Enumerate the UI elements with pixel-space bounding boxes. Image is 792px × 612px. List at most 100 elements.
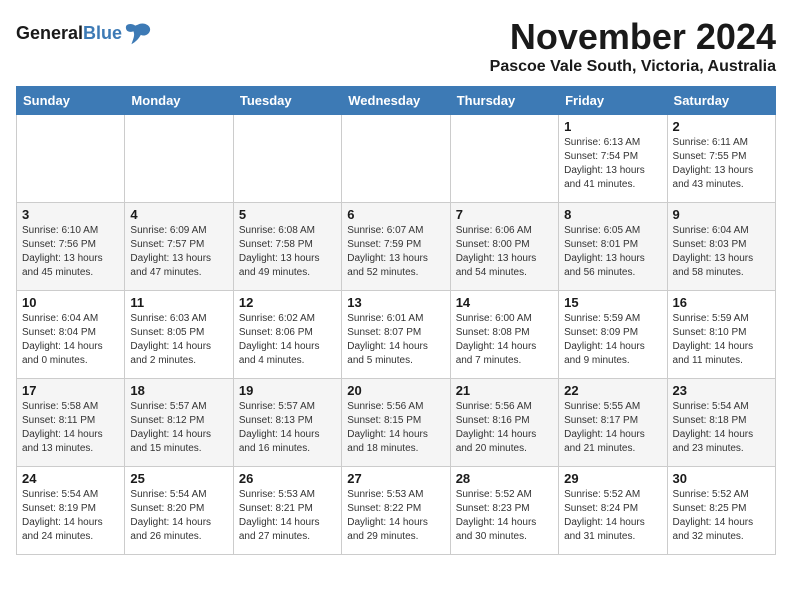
- calendar-cell: 23 Sunrise: 5:54 AM Sunset: 8:18 PM Dayli…: [667, 379, 775, 467]
- calendar-cell: 14Sunrise: 6:00 AM Sunset: 8:08 PM Dayli…: [450, 291, 558, 379]
- calendar-cell: 22Sunrise: 5:55 AM Sunset: 8:17 PM Dayli…: [559, 379, 667, 467]
- calendar-week-3: 10 Sunrise: 6:04 AM Sunset: 8:04 PM Dayli…: [17, 291, 776, 379]
- calendar-cell: 9 Sunrise: 6:04 AM Sunset: 8:03 PM Daylig…: [667, 203, 775, 291]
- calendar-header-tuesday: Tuesday: [233, 87, 341, 115]
- calendar-cell: 6 Sunrise: 6:07 AM Sunset: 7:59 PM Daylig…: [342, 203, 450, 291]
- day-info: Sunrise: 5:52 AM Sunset: 8:24 PM Dayligh…: [564, 488, 661, 544]
- day-info: Sunrise: 6:02 AM Sunset: 8:06 PM Dayligh…: [239, 312, 336, 368]
- calendar-cell: 20 Sunrise: 5:56 AM Sunset: 8:15 PM Dayli…: [342, 379, 450, 467]
- day-info: Sunrise: 5:54 AM Sunset: 8:18 PM Dayligh…: [673, 400, 770, 456]
- day-number: 5: [239, 207, 336, 222]
- day-info: Sunrise: 5:52 AM Sunset: 8:25 PM Dayligh…: [673, 488, 770, 544]
- calendar-cell: 16Sunrise: 5:59 AM Sunset: 8:10 PM Dayli…: [667, 291, 775, 379]
- calendar-cell: 8 Sunrise: 6:05 AM Sunset: 8:01 PM Daylig…: [559, 203, 667, 291]
- calendar-header-sunday: Sunday: [17, 87, 125, 115]
- day-info: Sunrise: 5:58 AM Sunset: 8:11 PM Dayligh…: [22, 400, 119, 456]
- day-info: Sunrise: 6:13 AM Sunset: 7:54 PM Dayligh…: [564, 136, 661, 192]
- day-info: Sunrise: 5:54 AM Sunset: 8:19 PM Dayligh…: [22, 488, 119, 544]
- day-number: 19: [239, 383, 336, 398]
- calendar-header-wednesday: Wednesday: [342, 87, 450, 115]
- calendar-cell: 7Sunrise: 6:06 AM Sunset: 8:00 PM Daylig…: [450, 203, 558, 291]
- day-number: 16: [673, 295, 770, 310]
- calendar-cell: [17, 115, 125, 203]
- day-info: Sunrise: 6:04 AM Sunset: 8:04 PM Dayligh…: [22, 312, 119, 368]
- day-info: Sunrise: 5:56 AM Sunset: 8:15 PM Dayligh…: [347, 400, 444, 456]
- calendar-body: 1 Sunrise: 6:13 AM Sunset: 7:54 PM Daylig…: [17, 115, 776, 555]
- title-section: November 2024 Pascoe Vale South, Victori…: [490, 16, 776, 76]
- calendar-cell: 25Sunrise: 5:54 AM Sunset: 8:20 PM Dayli…: [125, 467, 233, 555]
- calendar-cell: [233, 115, 341, 203]
- calendar-cell: 5 Sunrise: 6:08 AM Sunset: 7:58 PM Daylig…: [233, 203, 341, 291]
- calendar-cell: 27Sunrise: 5:53 AM Sunset: 8:22 PM Dayli…: [342, 467, 450, 555]
- calendar-cell: 1 Sunrise: 6:13 AM Sunset: 7:54 PM Daylig…: [559, 115, 667, 203]
- day-info: Sunrise: 6:10 AM Sunset: 7:56 PM Dayligh…: [22, 224, 119, 280]
- day-number: 29: [564, 471, 661, 486]
- day-number: 7: [456, 207, 553, 222]
- day-number: 6: [347, 207, 444, 222]
- day-number: 20: [347, 383, 444, 398]
- calendar-cell: 19 Sunrise: 5:57 AM Sunset: 8:13 PM Dayli…: [233, 379, 341, 467]
- day-number: 13: [347, 295, 444, 310]
- calendar-cell: 30 Sunrise: 5:52 AM Sunset: 8:25 PM Dayli…: [667, 467, 775, 555]
- logo-bird-icon: [124, 20, 152, 48]
- day-number: 23: [673, 383, 770, 398]
- day-info: Sunrise: 5:56 AM Sunset: 8:16 PM Dayligh…: [456, 400, 553, 456]
- calendar-cell: 21 Sunrise: 5:56 AM Sunset: 8:16 PM Dayli…: [450, 379, 558, 467]
- day-number: 12: [239, 295, 336, 310]
- day-number: 18: [130, 383, 227, 398]
- day-info: Sunrise: 6:04 AM Sunset: 8:03 PM Dayligh…: [673, 224, 770, 280]
- calendar-header-saturday: Saturday: [667, 87, 775, 115]
- calendar-cell: [450, 115, 558, 203]
- day-number: 28: [456, 471, 553, 486]
- day-info: Sunrise: 6:00 AM Sunset: 8:08 PM Dayligh…: [456, 312, 553, 368]
- day-number: 17: [22, 383, 119, 398]
- day-number: 9: [673, 207, 770, 222]
- day-info: Sunrise: 5:55 AM Sunset: 8:17 PM Dayligh…: [564, 400, 661, 456]
- day-number: 30: [673, 471, 770, 486]
- day-info: Sunrise: 5:52 AM Sunset: 8:23 PM Dayligh…: [456, 488, 553, 544]
- day-info: Sunrise: 6:09 AM Sunset: 7:57 PM Dayligh…: [130, 224, 227, 280]
- day-info: Sunrise: 6:11 AM Sunset: 7:55 PM Dayligh…: [673, 136, 770, 192]
- calendar-cell: 26 Sunrise: 5:53 AM Sunset: 8:21 PM Dayli…: [233, 467, 341, 555]
- calendar-week-1: 1 Sunrise: 6:13 AM Sunset: 7:54 PM Daylig…: [17, 115, 776, 203]
- day-number: 4: [130, 207, 227, 222]
- day-info: Sunrise: 6:07 AM Sunset: 7:59 PM Dayligh…: [347, 224, 444, 280]
- calendar-cell: 24Sunrise: 5:54 AM Sunset: 8:19 PM Dayli…: [17, 467, 125, 555]
- calendar-cell: 13 Sunrise: 6:01 AM Sunset: 8:07 PM Dayli…: [342, 291, 450, 379]
- day-number: 21: [456, 383, 553, 398]
- calendar-header-thursday: Thursday: [450, 87, 558, 115]
- logo-text: GeneralBlue: [16, 24, 122, 44]
- calendar-cell: 11Sunrise: 6:03 AM Sunset: 8:05 PM Dayli…: [125, 291, 233, 379]
- day-number: 3: [22, 207, 119, 222]
- day-info: Sunrise: 5:53 AM Sunset: 8:21 PM Dayligh…: [239, 488, 336, 544]
- main-title: November 2024: [490, 16, 776, 58]
- header: GeneralBlue November 2024 Pascoe Vale So…: [16, 16, 776, 76]
- day-number: 10: [22, 295, 119, 310]
- day-number: 8: [564, 207, 661, 222]
- calendar-week-4: 17 Sunrise: 5:58 AM Sunset: 8:11 PM Dayli…: [17, 379, 776, 467]
- calendar-cell: 4 Sunrise: 6:09 AM Sunset: 7:57 PM Daylig…: [125, 203, 233, 291]
- calendar-cell: 15Sunrise: 5:59 AM Sunset: 8:09 PM Dayli…: [559, 291, 667, 379]
- calendar-header: SundayMondayTuesdayWednesdayThursdayFrid…: [17, 87, 776, 115]
- calendar-cell: 2Sunrise: 6:11 AM Sunset: 7:55 PM Daylig…: [667, 115, 775, 203]
- calendar-week-2: 3 Sunrise: 6:10 AM Sunset: 7:56 PM Daylig…: [17, 203, 776, 291]
- day-info: Sunrise: 5:57 AM Sunset: 8:13 PM Dayligh…: [239, 400, 336, 456]
- calendar-header-monday: Monday: [125, 87, 233, 115]
- subtitle: Pascoe Vale South, Victoria, Australia: [490, 58, 776, 76]
- day-info: Sunrise: 5:57 AM Sunset: 8:12 PM Dayligh…: [130, 400, 227, 456]
- day-info: Sunrise: 6:01 AM Sunset: 8:07 PM Dayligh…: [347, 312, 444, 368]
- day-info: Sunrise: 5:53 AM Sunset: 8:22 PM Dayligh…: [347, 488, 444, 544]
- calendar-header-friday: Friday: [559, 87, 667, 115]
- calendar-cell: 17 Sunrise: 5:58 AM Sunset: 8:11 PM Dayli…: [17, 379, 125, 467]
- calendar-cell: 28 Sunrise: 5:52 AM Sunset: 8:23 PM Dayli…: [450, 467, 558, 555]
- day-number: 26: [239, 471, 336, 486]
- day-info: Sunrise: 6:08 AM Sunset: 7:58 PM Dayligh…: [239, 224, 336, 280]
- calendar-cell: 29 Sunrise: 5:52 AM Sunset: 8:24 PM Dayli…: [559, 467, 667, 555]
- calendar-cell: [342, 115, 450, 203]
- calendar-cell: 12 Sunrise: 6:02 AM Sunset: 8:06 PM Dayli…: [233, 291, 341, 379]
- calendar-cell: 10 Sunrise: 6:04 AM Sunset: 8:04 PM Dayli…: [17, 291, 125, 379]
- calendar-table: SundayMondayTuesdayWednesdayThursdayFrid…: [16, 86, 776, 555]
- day-number: 1: [564, 119, 661, 134]
- day-info: Sunrise: 6:05 AM Sunset: 8:01 PM Dayligh…: [564, 224, 661, 280]
- day-number: 15: [564, 295, 661, 310]
